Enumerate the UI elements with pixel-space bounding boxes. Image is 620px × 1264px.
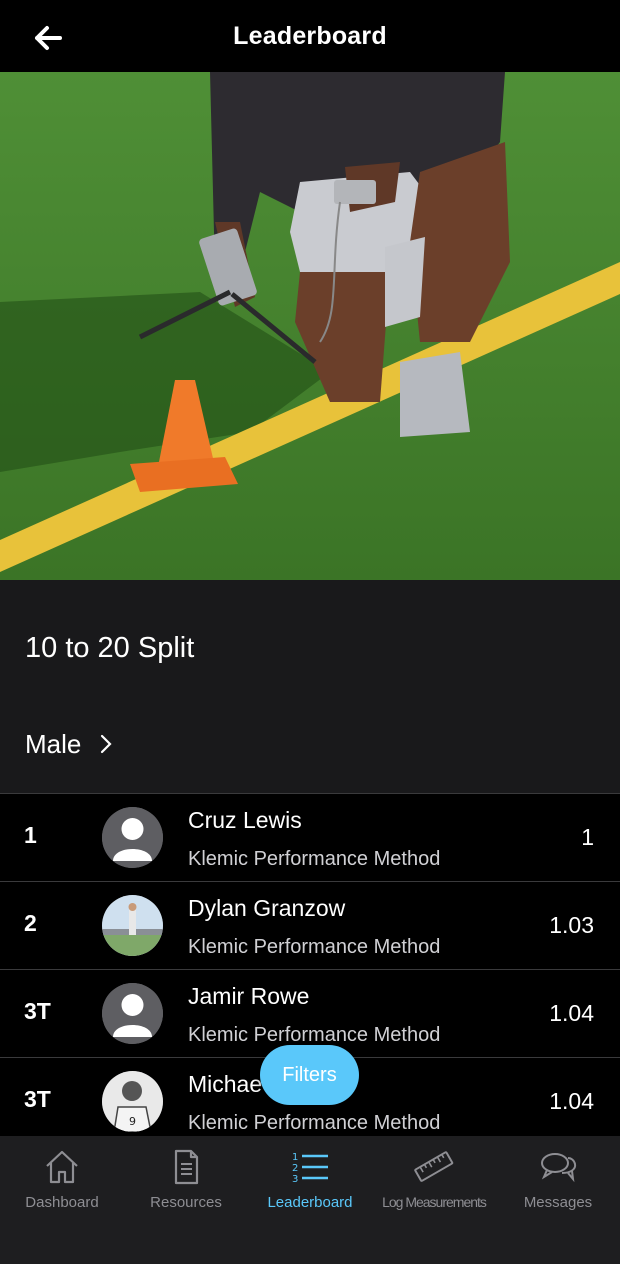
page-title: Leaderboard — [233, 21, 387, 50]
result-value: 1.04 — [549, 1088, 594, 1114]
rank: 3T — [24, 1086, 51, 1112]
athlete-org: Klemic Performance Method — [188, 936, 441, 958]
avatar: 9 — [102, 1071, 163, 1132]
metric-title: 10 to 20 Split — [25, 632, 195, 664]
result-value: 1.03 — [549, 912, 594, 938]
svg-text:3: 3 — [292, 1174, 298, 1185]
back-arrow-icon — [35, 26, 62, 50]
hero-image — [0, 72, 620, 580]
avatar — [102, 983, 163, 1044]
svg-text:2: 2 — [292, 1163, 298, 1174]
tab-label: Dashboard — [25, 1194, 99, 1211]
avatar — [102, 807, 163, 868]
leaderboard-row[interactable]: 1 Cruz Lewis Klemic Performance Method 1 — [0, 793, 620, 881]
default-avatar-icon — [102, 983, 163, 1044]
tab-resources[interactable]: Resources — [124, 1136, 248, 1264]
tab-messages[interactable]: Messages — [496, 1136, 620, 1264]
ruler-icon — [414, 1151, 454, 1182]
athlete-org: Klemic Performance Method — [188, 1024, 441, 1046]
gender-label: Male — [25, 728, 82, 759]
back-button[interactable] — [28, 18, 68, 58]
svg-text:9: 9 — [129, 1115, 136, 1128]
leaderboard-row[interactable]: 2 Dylan Granzow Klemic Performance Metho… — [0, 881, 620, 969]
chat-bubbles-icon — [541, 1153, 577, 1183]
athlete-name: Michae — [188, 1071, 263, 1097]
result-value: 1 — [581, 824, 594, 850]
tab-label: Resources — [150, 1194, 222, 1211]
filters-button[interactable]: Filters — [260, 1045, 359, 1105]
tab-log-measurements[interactable]: Log Measurements — [372, 1136, 496, 1264]
athlete-photo — [102, 895, 163, 956]
athlete-org: Klemic Performance Method — [188, 1112, 441, 1134]
avatar — [102, 895, 163, 956]
athlete-org: Klemic Performance Method — [188, 848, 441, 870]
tab-label: Leaderboard — [267, 1194, 353, 1211]
athlete-name: Jamir Rowe — [188, 983, 310, 1009]
rank: 1 — [24, 822, 37, 848]
home-icon — [46, 1150, 78, 1184]
svg-text:1: 1 — [292, 1152, 298, 1163]
gender-filter[interactable]: Male — [25, 724, 113, 764]
tab-dashboard[interactable]: Dashboard — [0, 1136, 124, 1264]
ranked-list-icon: 1 2 3 — [292, 1152, 328, 1185]
rank: 3T — [24, 998, 51, 1024]
tab-leaderboard[interactable]: 1 2 3 Leaderboard — [248, 1136, 372, 1264]
top-bar: Leaderboard — [0, 0, 620, 72]
result-value: 1.04 — [549, 1000, 594, 1026]
tab-label: Log Measurements — [382, 1194, 487, 1210]
chevron-right-icon — [101, 734, 112, 754]
tab-label: Messages — [523, 1194, 593, 1211]
athlete-name: Dylan Granzow — [188, 895, 346, 921]
document-icon — [174, 1149, 199, 1185]
bottom-tab-bar: Dashboard Resources 1 2 3 Leaderboard Lo… — [0, 1136, 620, 1264]
rank: 2 — [24, 910, 37, 936]
default-avatar-icon — [102, 807, 163, 868]
leaderboard-row[interactable]: 3T Jamir Rowe Klemic Performance Method … — [0, 969, 620, 1057]
athlete-photo: 9 — [102, 1071, 163, 1132]
athlete-name: Cruz Lewis — [188, 807, 302, 833]
